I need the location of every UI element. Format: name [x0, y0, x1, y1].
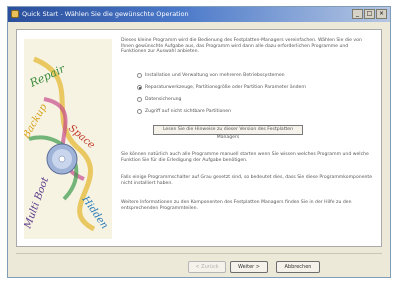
art-word-4: Multi Boot [24, 175, 52, 231]
art-word-5: Hidden [79, 194, 110, 232]
option-label: Installation und Verwaltung von mehreren… [145, 73, 285, 78]
quick-start-window: Quick Start - Wählen Sie die gewünschte … [7, 6, 391, 278]
option-hidden-partitions[interactable]: Zugriff auf nicht sichtbare Partitionen [137, 109, 231, 114]
window-controls: _ □ × [352, 9, 387, 19]
minimize-button[interactable]: _ [352, 9, 363, 19]
radio-button[interactable] [137, 109, 142, 114]
radio-button-selected[interactable] [137, 85, 142, 90]
option-backup[interactable]: Datensicherung [137, 97, 181, 102]
cancel-button[interactable]: Abbrechen [276, 261, 320, 273]
footer-divider [16, 253, 382, 254]
art-word-3: Backup [24, 102, 50, 142]
app-icon [11, 10, 19, 18]
swirl-illustration: Repair Space Backup Multi Boot Hidden [24, 56, 110, 232]
option-label: Reparaturwerkzeuge, Partitionsgröße oder… [145, 85, 307, 90]
close-button[interactable]: × [376, 9, 387, 19]
option-repair-tools[interactable]: Reparaturwerkzeuge, Partitionsgröße oder… [137, 85, 306, 90]
greyed-buttons-text: Falls einige Programmschalter auf Grau g… [121, 175, 373, 186]
decorative-artwork: Repair Space Backup Multi Boot Hidden [24, 39, 112, 239]
back-button[interactable]: < Zurück [188, 261, 226, 273]
maximize-button[interactable]: □ [364, 9, 375, 19]
next-button[interactable]: Weiter > [230, 261, 268, 273]
read-notes-button[interactable]: Lesen Sie die Hinweise zu dieser Version… [153, 125, 303, 140]
window-title: Quick Start - Wählen Sie die gewünschte … [22, 10, 189, 18]
intro-text: Dieses kleine Programm wird die Bedienun… [121, 38, 362, 55]
radio-button[interactable] [137, 97, 142, 102]
content-panel: Repair Space Backup Multi Boot Hidden Di… [16, 29, 382, 247]
option-label: Zugriff auf nicht sichtbare Partitionen [145, 109, 232, 114]
title-bar: Quick Start - Wählen Sie die gewünschte … [8, 7, 390, 22]
option-label: Datensicherung [145, 97, 182, 102]
manual-start-text: Sie können natürlich auch alle Programme… [121, 152, 369, 163]
more-info-text: Weitere Informationen zu den Komponenten… [121, 200, 352, 211]
radio-button[interactable] [137, 73, 142, 78]
option-multi-os[interactable]: Installation und Verwaltung von mehreren… [137, 73, 285, 78]
